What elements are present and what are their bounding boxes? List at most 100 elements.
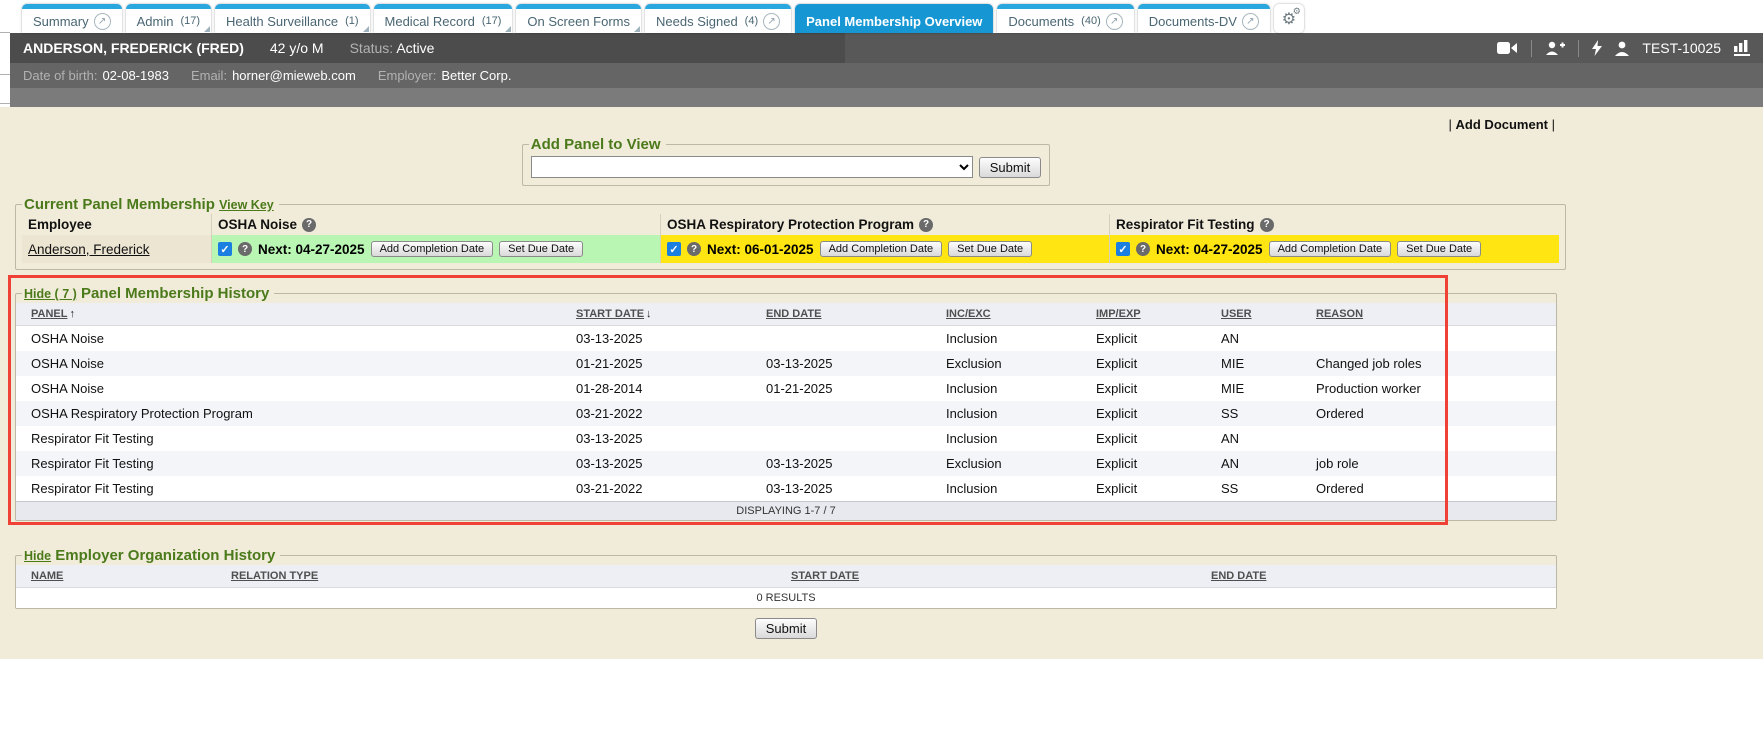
cell-panel: OSHA Noise xyxy=(16,376,561,401)
help-icon[interactable]: ? xyxy=(919,218,933,232)
cell-user: AN xyxy=(1206,426,1301,451)
cell-reason: Changed job roles xyxy=(1301,351,1556,376)
lightning-icon[interactable] xyxy=(1592,40,1602,56)
tab-label: Health Surveillance xyxy=(226,14,338,29)
column-inc-exc: INC/EXC xyxy=(931,303,1081,325)
add-person-icon[interactable] xyxy=(1545,41,1565,56)
tab-health-surveillance[interactable]: Health Surveillance (1) xyxy=(215,4,369,33)
employer-fieldset: Hide Employer Organization History NAME … xyxy=(15,547,1557,609)
cell-end xyxy=(751,426,931,451)
bar-chart-icon[interactable] xyxy=(1734,40,1750,56)
cell-imp: Explicit xyxy=(1081,351,1206,376)
sort-desc-icon[interactable]: ↓ xyxy=(646,308,652,320)
cell-end: 01-21-2025 xyxy=(751,376,931,401)
cell-panel: OSHA Noise xyxy=(16,351,561,376)
cell-start: 03-21-2022 xyxy=(561,401,751,426)
tab-label: Admin xyxy=(137,14,174,29)
tab-panel-membership-overview[interactable]: Panel Membership Overview xyxy=(795,4,993,33)
employee-link[interactable]: Anderson, Frederick xyxy=(28,242,150,257)
panel-name: OSHA Noise xyxy=(218,217,297,232)
tab-settings-button[interactable]: ⚙ ⚙ xyxy=(1274,4,1304,33)
table-row: OSHA Noise 03-13-2025 Inclusion Explicit… xyxy=(16,326,1556,351)
help-icon[interactable]: ? xyxy=(687,242,701,256)
add-document-row: | Add Document | xyxy=(15,113,1557,134)
cell-inc: Inclusion xyxy=(931,376,1081,401)
patient-email: Email: horner@mieweb.com xyxy=(191,68,356,83)
column-end-date: END DATE xyxy=(1196,565,1556,587)
patient-dob: Date of birth: 02-08-1983 xyxy=(23,68,169,83)
column-name: NAME xyxy=(16,565,216,587)
tab-label: Panel Membership Overview xyxy=(806,14,982,29)
tab-label: Documents-DV xyxy=(1149,14,1237,29)
table-row: Respirator Fit Testing 03-13-2025 03-13-… xyxy=(16,451,1556,476)
tab-documents-dv[interactable]: Documents-DV ↗ xyxy=(1138,4,1270,33)
video-camera-icon[interactable] xyxy=(1497,41,1518,55)
dob-value: 02-08-1983 xyxy=(102,68,169,83)
cell-inc: Inclusion xyxy=(931,401,1081,426)
employer-heading: Employer Organization History xyxy=(55,547,275,564)
table-row: Respirator Fit Testing 03-13-2025 Inclus… xyxy=(16,426,1556,451)
cell-imp: Explicit xyxy=(1081,326,1206,351)
popout-icon[interactable]: ↗ xyxy=(94,13,111,30)
cell-panel: OSHA Respiratory Protection Program xyxy=(16,401,561,426)
current-membership-fieldset: Current Panel Membership View Key Employ… xyxy=(15,196,1566,270)
sort-asc-icon[interactable]: ↑ xyxy=(69,308,75,320)
tab-medical-record[interactable]: Medical Record (17) xyxy=(374,4,513,33)
next-due-date: Next: 04-27-2025 xyxy=(1156,242,1263,257)
employer-submit-button[interactable]: Submit xyxy=(755,618,817,639)
employer-value: Better Corp. xyxy=(441,68,511,83)
checkbox-checked[interactable]: ✓ xyxy=(667,242,681,256)
employer-table: NAME RELATION TYPE START DATE END DATE 0… xyxy=(16,565,1556,608)
tab-admin[interactable]: Admin (17) xyxy=(126,4,211,33)
history-hide-link[interactable]: Hide ( 7 ) xyxy=(24,287,77,301)
popout-icon[interactable]: ↗ xyxy=(1242,13,1259,30)
add-document-link[interactable]: Add Document xyxy=(1456,117,1548,132)
employer-hide-link[interactable]: Hide xyxy=(24,549,51,563)
tab-label: Needs Signed xyxy=(656,14,738,29)
help-icon[interactable]: ? xyxy=(302,218,316,232)
help-icon[interactable]: ? xyxy=(1260,218,1274,232)
column-employee: Employee xyxy=(22,214,212,235)
add-completion-date-button[interactable]: Add Completion Date xyxy=(820,241,943,257)
cell-imp: Explicit xyxy=(1081,476,1206,501)
set-due-date-button[interactable]: Set Due Date xyxy=(1397,241,1481,257)
patient-header: ANDERSON, FREDERICK (FRED) 42 y/o M Stat… xyxy=(10,33,1763,107)
current-membership-legend: Current Panel Membership View Key xyxy=(22,196,279,213)
popout-icon[interactable]: ↗ xyxy=(1106,13,1123,30)
status-label: Status: xyxy=(350,40,394,56)
cell-panel: Respirator Fit Testing xyxy=(16,476,561,501)
patient-age-sex: 42 y/o M xyxy=(270,40,324,56)
cell-imp: Explicit xyxy=(1081,426,1206,451)
add-completion-date-button[interactable]: Add Completion Date xyxy=(1269,241,1392,257)
help-icon[interactable]: ? xyxy=(1136,242,1150,256)
tab-documents[interactable]: Documents (40) ↗ xyxy=(997,4,1133,33)
set-due-date-button[interactable]: Set Due Date xyxy=(499,241,583,257)
tab-needs-signed[interactable]: Needs Signed (4) ↗ xyxy=(645,4,791,33)
current-membership-table: Employee OSHA Noise ? OSHA Respiratory P… xyxy=(22,214,1559,263)
cell-panel: OSHA Noise xyxy=(16,326,561,351)
popout-icon[interactable]: ↗ xyxy=(763,13,780,30)
add-panel-submit-button[interactable]: Submit xyxy=(979,157,1041,178)
set-due-date-button[interactable]: Set Due Date xyxy=(948,241,1032,257)
cell-end: 03-13-2025 xyxy=(751,476,931,501)
cell-reason xyxy=(1301,326,1556,351)
view-key-link[interactable]: View Key xyxy=(219,198,274,212)
checkbox-checked[interactable]: ✓ xyxy=(1116,242,1130,256)
patient-status: Status: Active xyxy=(350,40,435,56)
employee-cell: Anderson, Frederick xyxy=(22,235,212,263)
add-panel-fieldset: Add Panel to View Submit xyxy=(522,136,1050,186)
tab-summary[interactable]: Summary ↗ xyxy=(22,4,122,33)
history-rows: OSHA Noise 03-13-2025 Inclusion Explicit… xyxy=(16,326,1556,501)
tab-label: Documents xyxy=(1008,14,1074,29)
checkbox-checked[interactable]: ✓ xyxy=(218,242,232,256)
add-completion-date-button[interactable]: Add Completion Date xyxy=(371,241,494,257)
dob-label: Date of birth: xyxy=(23,68,97,83)
tab-on-screen-forms[interactable]: On Screen Forms xyxy=(516,4,641,33)
cell-reason: Ordered xyxy=(1301,476,1556,501)
panel-cell-osha-respiratory: ✓ ? Next: 06-01-2025 Add Completion Date… xyxy=(661,235,1110,263)
user-id: TEST-10025 xyxy=(1642,40,1721,56)
tab-label: Medical Record xyxy=(385,14,475,29)
help-icon[interactable]: ? xyxy=(238,242,252,256)
add-panel-select[interactable] xyxy=(531,156,973,178)
pipe: | xyxy=(1449,117,1456,132)
